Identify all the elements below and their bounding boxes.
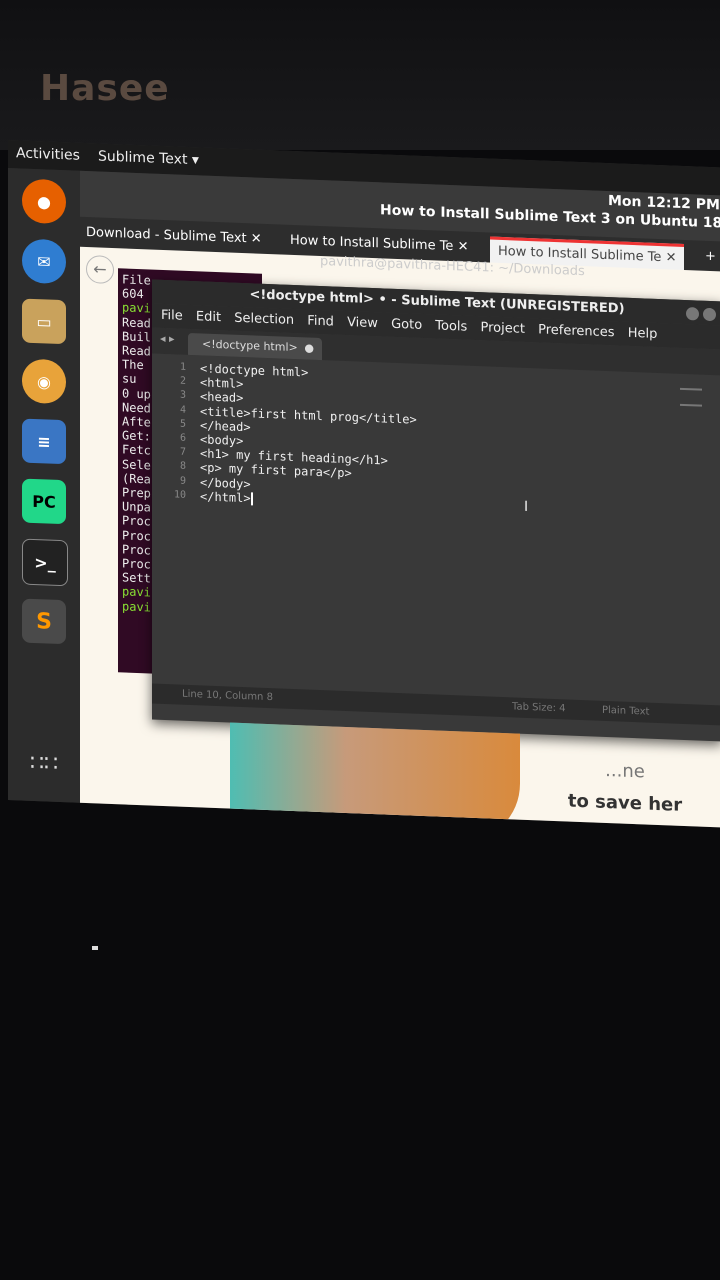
menu-goto[interactable]: Goto [391, 313, 422, 338]
rhythmbox-icon[interactable]: ◉ [22, 358, 66, 405]
monitor-bezel: Hasee [0, 0, 720, 150]
app-menu[interactable]: Sublime Text ▾ [98, 148, 199, 168]
text-cursor [250, 492, 253, 506]
files-icon[interactable]: ▭ [22, 298, 66, 345]
hero-text: ...ne to save her daughter [567, 759, 683, 827]
pycharm-icon[interactable]: PC [22, 478, 66, 525]
menu-view[interactable]: View [347, 311, 378, 336]
tab-nav-arrows-icon[interactable]: ◂ ▸ [160, 332, 175, 346]
close-button[interactable] [703, 307, 716, 322]
dock: ● ✉ ▭ ◉ ≡ PC >_ S ∷∷ [8, 168, 80, 811]
activities-button[interactable]: Activities [16, 145, 80, 163]
window-controls [682, 305, 716, 325]
menu-find[interactable]: Find [307, 309, 334, 334]
thunderbird-icon[interactable]: ✉ [22, 238, 66, 285]
status-position: Line 10, Column 8 [182, 688, 273, 704]
writer-icon[interactable]: ≡ [22, 418, 66, 465]
power-led [92, 946, 98, 950]
menu-edit[interactable]: Edit [196, 305, 221, 330]
terminal-icon[interactable]: >_ [22, 538, 68, 587]
clock: Mon 12:12 PM [607, 193, 720, 214]
back-icon[interactable]: ← [86, 254, 114, 285]
screen: Activities Sublime Text ▾ ● ✉ ▭ ◉ ≡ PC >… [8, 140, 720, 828]
show-apps-icon[interactable]: ∷∷ [30, 751, 60, 790]
minimap[interactable] [680, 387, 702, 407]
monitor-brand-logo: Hasee [40, 68, 170, 109]
menu-tools[interactable]: Tools [435, 314, 467, 339]
menu-preferences[interactable]: Preferences [538, 318, 614, 345]
menu-file[interactable]: File [161, 304, 183, 329]
menu-selection[interactable]: Selection [234, 307, 294, 333]
hero-image [230, 722, 520, 828]
line-number-gutter: 12 34 56 78 9 10 [152, 353, 192, 686]
new-tab-button[interactable]: + [705, 245, 716, 269]
firefox-icon[interactable]: ● [22, 178, 66, 225]
minimize-button[interactable] [686, 307, 699, 321]
menu-help[interactable]: Help [628, 322, 658, 347]
web-page: ← pavithra@pavithra-HEC41: ~/Downloads F… [80, 246, 720, 828]
ibeam-cursor-icon: I [524, 498, 529, 515]
sublime-window: <!doctype html> • - Sublime Text (UNREGI… [152, 279, 720, 742]
status-syntax[interactable]: Plain Text [602, 701, 649, 723]
sublime-icon[interactable]: S [22, 598, 66, 645]
menu-project[interactable]: Project [480, 316, 524, 342]
status-tab-size[interactable]: Tab Size: 4 [512, 697, 566, 719]
code-editor[interactable]: <!doctype html> <html> <head> <title>fir… [200, 355, 700, 710]
browser-window: How to Install Sublime Text 3 on Ubuntu … [80, 170, 720, 828]
